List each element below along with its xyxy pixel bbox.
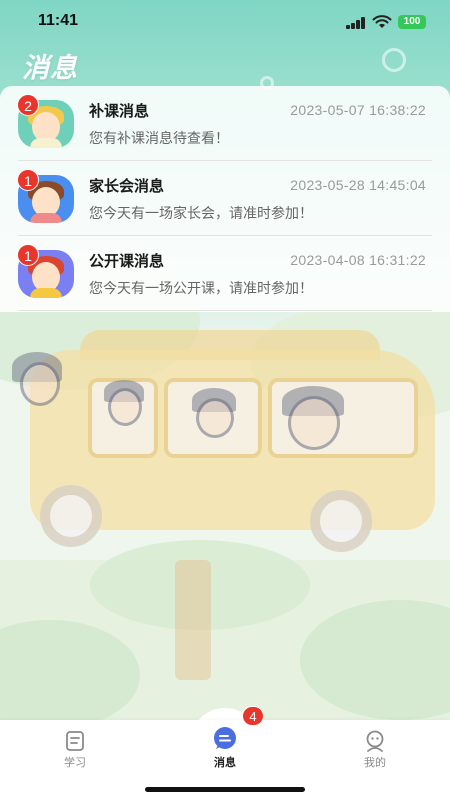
- decorative-bubble: [382, 48, 406, 72]
- battery-icon: 100: [398, 15, 426, 29]
- message-time: 2023-05-28 14:45:04: [290, 177, 426, 193]
- message-time: 2023-05-07 16:38:22: [290, 102, 426, 118]
- message-preview: 您今天有一场家长会，请准时参加！: [89, 206, 313, 222]
- message-title: 补课消息: [89, 102, 150, 120]
- message-preview: 您今天有一场公开课，请准时参加！: [89, 281, 313, 297]
- message-title: 家长会消息: [89, 177, 165, 195]
- unread-badge: 1: [17, 244, 39, 266]
- tab-label: 消息: [214, 756, 236, 769]
- message-preview: 您有补课消息待查看！: [89, 131, 229, 147]
- wifi-icon: [372, 15, 392, 28]
- messages-tab-badge: 4: [242, 706, 264, 726]
- page-title: 消息: [22, 53, 78, 84]
- divider: [18, 310, 432, 311]
- tab-study[interactable]: 学习: [15, 720, 135, 780]
- chat-bubble-icon: [214, 727, 236, 749]
- message-title: 公开课消息: [89, 252, 165, 270]
- status-bar: 11:41 100: [0, 0, 450, 44]
- unread-badge: 2: [17, 94, 39, 116]
- unread-badge: 1: [17, 169, 39, 191]
- message-time: 2023-04-08 16:31:22: [290, 252, 426, 268]
- tab-profile[interactable]: 我的: [315, 720, 435, 780]
- cellular-signal-icon: [346, 17, 366, 29]
- tab-messages[interactable]: 消息: [165, 720, 285, 780]
- notebook-icon: [66, 731, 84, 751]
- home-indicator: [145, 787, 305, 792]
- message-item-parent-meeting[interactable]: 1 家长会消息 2023-05-28 14:45:04 您今天有一场家长会，请准…: [0, 161, 450, 236]
- message-item-makeup-class[interactable]: 2 补课消息 2023-05-07 16:38:22 您有补课消息待查看！: [0, 86, 450, 161]
- message-item-open-class[interactable]: 1 公开课消息 2023-04-08 16:31:22 您今天有一场公开课，请准…: [0, 236, 450, 311]
- status-time: 11:41: [38, 12, 79, 29]
- tab-label: 学习: [64, 756, 86, 769]
- profile-icon: [366, 730, 384, 752]
- message-list: 2 补课消息 2023-05-07 16:38:22 您有补课消息待查看！ 1 …: [0, 86, 450, 312]
- tab-label: 我的: [364, 756, 386, 769]
